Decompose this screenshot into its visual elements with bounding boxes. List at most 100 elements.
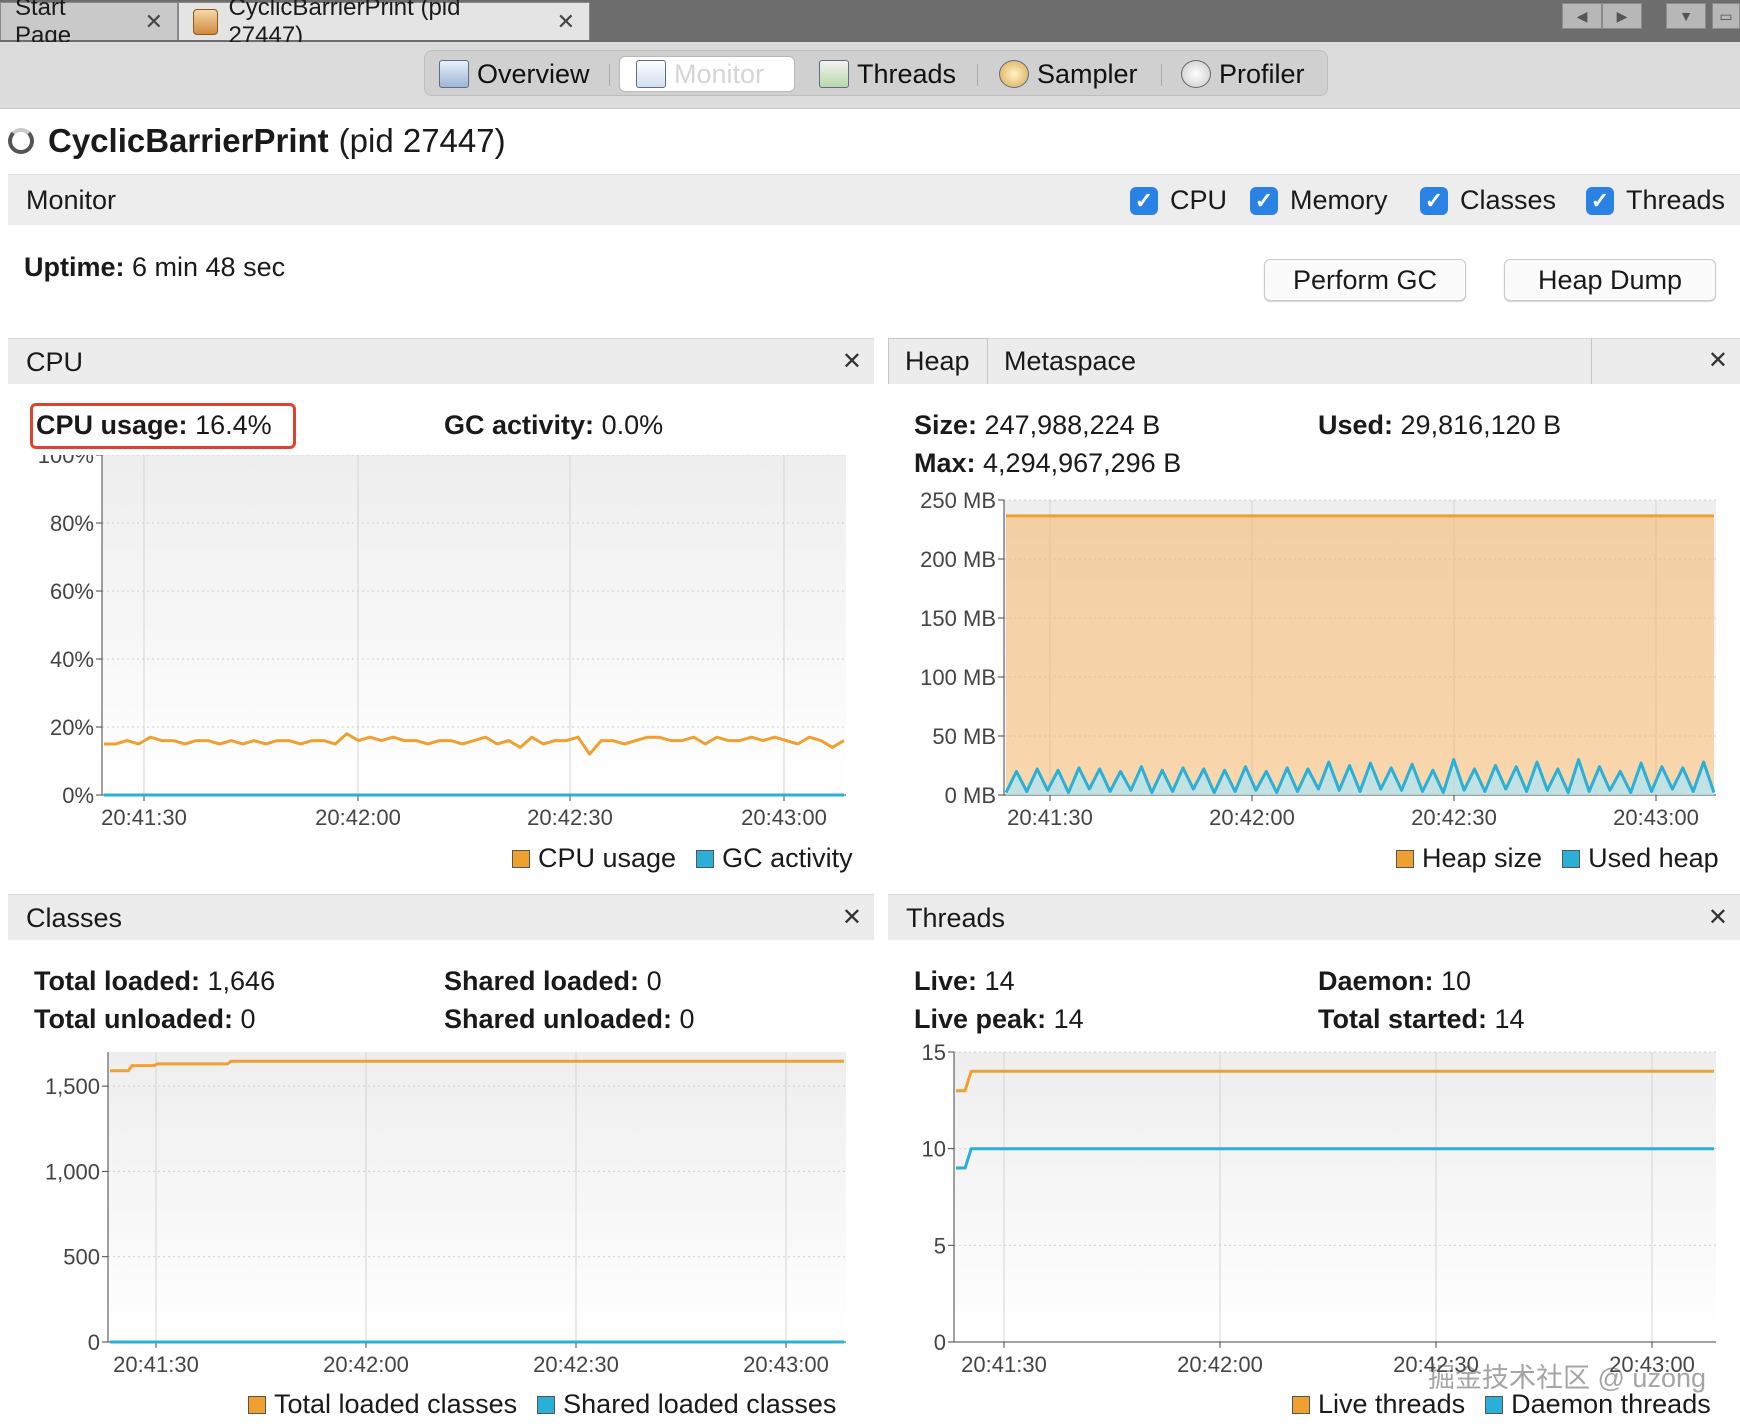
y-tick-label: 100%: [38, 455, 94, 468]
stat-label: Shared loaded:: [444, 966, 640, 996]
threads-checkbox[interactable]: ✓ Threads: [1586, 185, 1725, 216]
y-tick-label: 40%: [50, 647, 94, 672]
sampler-icon: [999, 60, 1029, 88]
monitor-title: Monitor: [26, 185, 117, 215]
plot-area: [102, 455, 846, 795]
legend-swatch: [248, 1395, 266, 1414]
tab-cyclicbarrierprint[interactable]: CyclicBarrierPrint (pid 27447) ✕: [178, 0, 590, 49]
x-tick-label: 20:43:00: [743, 1352, 829, 1377]
y-tick-label: 1,500: [45, 1074, 100, 1099]
classes-checkbox[interactable]: ✓ Classes: [1420, 185, 1556, 216]
checkbox-label: CPU: [1170, 185, 1228, 215]
close-icon[interactable]: ✕: [842, 903, 862, 932]
checkmark-icon: ✓: [1420, 186, 1448, 215]
profiler-button[interactable]: Profiler: [1181, 56, 1305, 92]
y-tick-label: 1,000: [45, 1159, 100, 1184]
stat-label: GC activity:: [444, 410, 595, 440]
heap-used-stat: Used: 29,816,120 B: [1318, 410, 1561, 441]
perform-gc-button[interactable]: Perform GC: [1264, 259, 1466, 301]
close-icon[interactable]: ✕: [1708, 346, 1728, 375]
tab-metaspace[interactable]: Metaspace: [988, 338, 1592, 384]
checkmark-icon: ✓: [1586, 186, 1614, 215]
stat-value: 29,816,120 B: [1400, 410, 1562, 440]
y-tick-label: 0: [88, 1330, 100, 1355]
close-icon[interactable]: ✕: [1708, 903, 1728, 932]
sampler-button[interactable]: Sampler: [999, 56, 1138, 92]
sampler-label: Sampler: [1037, 58, 1138, 89]
monitor-icon: [636, 60, 666, 88]
y-tick-label: 0%: [62, 783, 94, 808]
monitor-button[interactable]: Monitor: [619, 56, 795, 92]
cpu-panel-title: CPU: [26, 347, 84, 377]
heap-size-area: [1006, 515, 1714, 795]
toolbar-separator: [977, 64, 978, 86]
x-tick-label: 20:43:00: [741, 805, 827, 830]
live-threads-stat: Live: 14: [914, 966, 1015, 997]
x-tick-label: 20:41:30: [101, 805, 187, 830]
legend-label: Shared loaded classes: [563, 1389, 837, 1419]
stat-label: CPU usage:: [36, 410, 188, 440]
uptime-value: 6 min 48 sec: [132, 252, 286, 282]
overview-button[interactable]: Overview: [439, 56, 590, 92]
close-icon[interactable]: ✕: [557, 9, 575, 35]
maximize-window-icon[interactable]: ▭: [1712, 3, 1740, 29]
view-switcher: Overview Monitor Threads Sampler Profile…: [424, 50, 1328, 96]
live-peak-stat: Live peak: 14: [914, 1004, 1084, 1035]
cpu-checkbox[interactable]: ✓ CPU: [1130, 185, 1227, 216]
stat-label: Size:: [914, 410, 978, 440]
y-tick-label: 250 MB: [920, 490, 996, 513]
stat-value: 14: [984, 966, 1015, 996]
stat-value: 0.0%: [601, 410, 664, 440]
legend-label: Used heap: [1588, 843, 1719, 873]
heap-chart-legend: Heap size Used heap: [1376, 843, 1719, 874]
threads-label: Threads: [857, 58, 957, 89]
close-icon[interactable]: ✕: [842, 347, 862, 376]
stat-value: 247,988,224 B: [984, 410, 1161, 440]
loading-spinner-icon: [8, 128, 34, 154]
close-icon[interactable]: ✕: [145, 9, 163, 35]
heap-size-stat: Size: 247,988,224 B: [914, 410, 1160, 441]
y-tick-label: 50 MB: [932, 724, 996, 749]
classes-chart-legend: Total loaded classes Shared loaded class…: [228, 1389, 836, 1420]
stat-value: 14: [1053, 1004, 1084, 1034]
cpu-panel-header: CPU ✕: [8, 338, 874, 384]
stat-value: 1,646: [207, 966, 276, 996]
scroll-left-icon[interactable]: ◀: [1562, 3, 1602, 29]
x-tick-label: 20:43:00: [1613, 805, 1699, 830]
java-app-icon: [193, 8, 219, 35]
heap-dump-button[interactable]: Heap Dump: [1504, 259, 1716, 301]
y-tick-label: 0: [934, 1330, 946, 1355]
cpu-chart: 100% 80% 60% 40% 20% 0% 20:41:30 20:42:00 20:42:…: [38, 455, 846, 830]
threads-button[interactable]: Threads: [819, 56, 956, 92]
stat-label: Total unloaded:: [34, 1004, 233, 1034]
memory-checkbox[interactable]: ✓ Memory: [1250, 185, 1388, 216]
threads-icon: [819, 60, 849, 88]
profiler-label: Profiler: [1219, 58, 1305, 89]
heap-panel-header: Heap Metaspace ✕: [888, 338, 1740, 384]
gc-activity-stat: GC activity: 0.0%: [444, 410, 663, 441]
legend-label: GC activity: [722, 843, 853, 873]
page-title: CyclicBarrierPrint (pid 27447): [8, 118, 506, 164]
toolbar-separator: [1161, 64, 1162, 86]
overview-icon: [439, 60, 469, 88]
tab-heap[interactable]: Heap: [888, 338, 988, 384]
legend-swatch: [537, 1395, 556, 1414]
checkbox-label: Threads: [1626, 185, 1726, 215]
document-tab-bar: Start Page ✕ CyclicBarrierPrint (pid 274…: [0, 0, 1740, 49]
x-tick-label: 20:42:30: [527, 805, 613, 830]
stat-label: Daemon:: [1318, 966, 1434, 996]
x-tick-label: 20:41:30: [961, 1352, 1047, 1377]
legend-label: Total loaded classes: [274, 1389, 518, 1419]
scroll-right-icon[interactable]: ▶: [1602, 3, 1642, 29]
stat-value: 0: [646, 966, 662, 996]
checkmark-icon: ✓: [1130, 186, 1158, 215]
plot-area: [108, 1052, 846, 1342]
x-tick-label: 20:41:30: [1007, 805, 1093, 830]
uptime: Uptime: 6 min 48 sec: [24, 252, 285, 283]
tab-list-dropdown-icon[interactable]: ▼: [1666, 3, 1706, 29]
legend-swatch: [696, 849, 715, 868]
heap-chart: 250 MB 200 MB 150 MB 100 MB 50 MB 0 MB 20:41:3…: [920, 490, 1716, 830]
tab-start-page[interactable]: Start Page ✕: [0, 0, 178, 49]
stat-label: Total started:: [1318, 1004, 1488, 1034]
stat-label: Max:: [914, 448, 976, 478]
